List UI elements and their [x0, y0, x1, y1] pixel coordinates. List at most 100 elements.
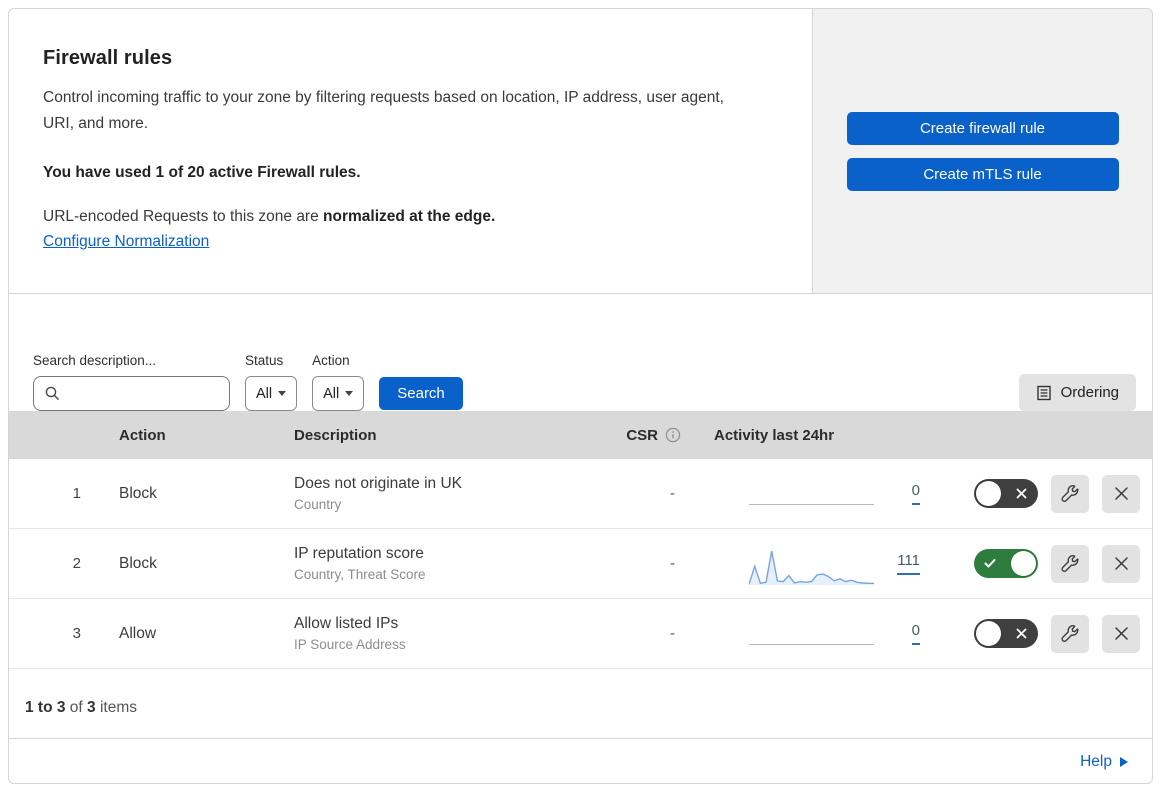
action-label: Action [312, 353, 350, 368]
toggle-knob [976, 621, 1001, 646]
rule-csr-value: - [670, 625, 675, 642]
close-icon [1114, 557, 1128, 570]
toggle-x-icon [1016, 488, 1027, 498]
side-panel: Create firewall rule Create mTLS rule [813, 9, 1152, 293]
filter-bar: Search description... Status All Action … [9, 294, 1152, 411]
total-text: 3 [87, 699, 96, 716]
ordering-button[interactable]: Ordering [1018, 374, 1136, 411]
chevron-down-icon [345, 391, 354, 396]
table-header: Action Description CSR Activity last 24h… [9, 411, 1152, 459]
rule-controls [924, 614, 1152, 653]
rule-action: Block [119, 484, 157, 502]
rule-priority: 2 [72, 555, 81, 572]
rule-activity-cell: 111 [689, 529, 924, 598]
edit-rule-button[interactable] [1051, 474, 1089, 513]
header-section: Firewall rules Control incoming traffic … [9, 9, 1152, 294]
normalization-note: URL-encoded Requests to this zone are no… [43, 208, 772, 226]
toggle-check-icon [984, 558, 996, 567]
create-firewall-rule-button[interactable]: Create firewall rule [846, 112, 1119, 145]
create-mtls-rule-button[interactable]: Create mTLS rule [846, 158, 1119, 191]
rule-enabled-toggle[interactable] [974, 479, 1038, 508]
firewall-rules-card: Firewall rules Control incoming traffic … [8, 8, 1153, 784]
activity-sparkline [749, 644, 874, 645]
action-filter-group: Action All [312, 353, 365, 411]
rule-description: Does not originate in UK [294, 475, 463, 492]
table-row: 3 Allow Allow listed IPs IP Source Addre… [9, 599, 1152, 669]
edit-rule-button[interactable] [1051, 544, 1089, 583]
normalization-bold: normalized at the edge. [323, 208, 496, 226]
edit-rule-button[interactable] [1051, 614, 1089, 653]
ordering-list-icon [1036, 385, 1051, 400]
rule-csr-value: - [670, 485, 675, 502]
rule-description: Allow listed IPs [294, 615, 399, 632]
toggle-knob [976, 481, 1001, 506]
status-label: Status [245, 353, 284, 368]
rule-match-fields: IP Source Address [294, 637, 406, 652]
search-label: Search description... [33, 353, 157, 368]
rule-enabled-toggle[interactable] [974, 549, 1038, 578]
column-header-activity: Activity last 24hr [714, 426, 835, 444]
search-description-input[interactable] [33, 376, 230, 411]
rule-action: Block [119, 554, 157, 572]
activity-sparkline [749, 550, 874, 585]
column-header-description: Description [294, 426, 377, 444]
delete-rule-button[interactable] [1102, 614, 1140, 653]
activity-count-link[interactable]: 0 [911, 482, 920, 505]
help-label: Help [1080, 752, 1112, 770]
rule-match-fields: Country, Threat Score [294, 567, 426, 582]
close-icon [1114, 487, 1128, 500]
action-filter-select[interactable]: All [312, 376, 365, 411]
delete-rule-button[interactable] [1102, 544, 1140, 583]
wrench-icon [1061, 484, 1079, 502]
normalization-text: URL-encoded Requests to this zone are [43, 208, 324, 226]
close-icon [1114, 627, 1128, 640]
help-link[interactable]: Help [1080, 753, 1128, 771]
of-text: of [69, 699, 83, 716]
rule-description: IP reputation score [294, 545, 424, 562]
filter-controls: Search description... Status All Action … [33, 353, 463, 411]
column-header-action: Action [119, 426, 166, 444]
delete-rule-button[interactable] [1102, 474, 1140, 513]
rule-activity-cell: 0 [689, 459, 924, 528]
rule-match-fields: Country [294, 497, 342, 512]
action-filter-value: All [323, 385, 340, 402]
toggle-knob [1011, 551, 1036, 576]
search-button[interactable]: Search [379, 377, 463, 410]
info-icon[interactable] [665, 427, 681, 443]
wrench-icon [1061, 554, 1079, 572]
table-row: 2 Block IP reputation score Country, Thr… [9, 529, 1152, 599]
search-wrap [33, 376, 230, 411]
usage-note: You have used 1 of 20 active Firewall ru… [43, 164, 361, 182]
help-strip: Help [9, 739, 1152, 783]
items-text: items [99, 699, 138, 716]
activity-count-link[interactable]: 0 [911, 622, 920, 645]
rule-description-cell: IP reputation score Country, Threat Scor… [284, 545, 579, 582]
header-text-block: Firewall rules Control incoming traffic … [9, 9, 813, 293]
table-row: 1 Block Does not originate in UK Country… [9, 459, 1152, 529]
status-filter-value: All [256, 385, 273, 402]
chevron-down-icon [278, 391, 287, 396]
search-icon [45, 386, 59, 400]
toggle-x-icon [1016, 628, 1027, 638]
status-filter-select[interactable]: All [245, 376, 298, 411]
configure-normalization-link[interactable]: Configure Normalization [43, 233, 209, 251]
search-field-group: Search description... [33, 353, 230, 411]
rule-controls [924, 544, 1152, 583]
csr-header-label: CSR [626, 426, 658, 444]
rule-description-cell: Allow listed IPs IP Source Address [284, 615, 579, 652]
rule-csr-value: - [670, 555, 675, 572]
range-text: 1 to 3 [25, 699, 66, 716]
wrench-icon [1061, 624, 1079, 642]
pagination-summary: 1 to 3 of 3 items [9, 669, 1152, 739]
rule-activity-cell: 0 [689, 599, 924, 668]
rule-action: Allow [119, 624, 157, 642]
arrow-right-icon [1120, 756, 1128, 767]
page-title: Firewall rules [43, 47, 173, 69]
activity-sparkline [749, 504, 874, 505]
rule-enabled-toggle[interactable] [974, 619, 1038, 648]
rule-priority: 3 [72, 625, 81, 642]
rule-controls [924, 474, 1152, 513]
status-filter-group: Status All [245, 353, 298, 411]
activity-count-link[interactable]: 111 [897, 552, 920, 575]
rule-priority: 1 [72, 485, 81, 502]
